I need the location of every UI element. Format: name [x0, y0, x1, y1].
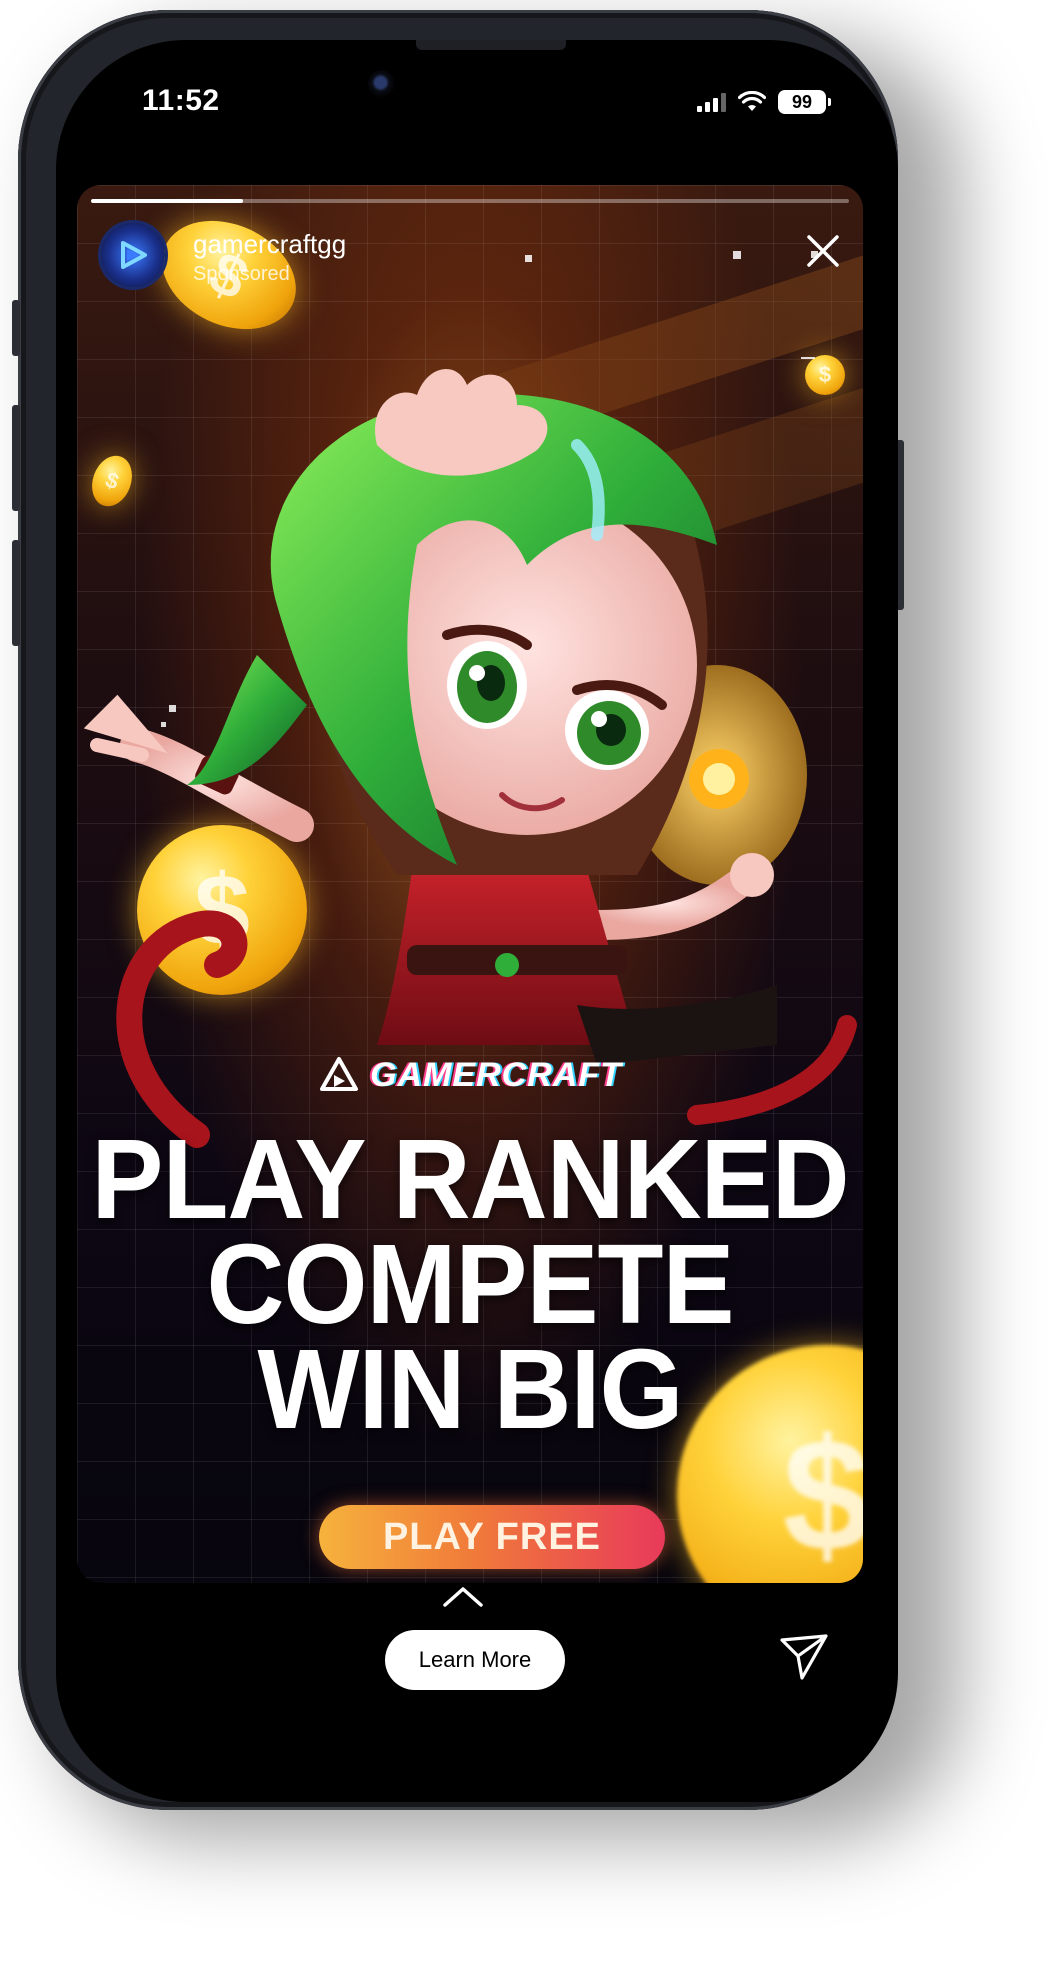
account-name[interactable]: gamercraftgg: [193, 229, 346, 260]
hero-character-illustration: [83, 368, 857, 1148]
story-card[interactable]: $ $ $ $ $ gamercraftgg Sponsored GAMERCR…: [77, 185, 863, 1583]
cellular-signal-icon: [697, 92, 726, 112]
headline-line-3: WIN BIG: [257, 1324, 684, 1452]
play-free-button[interactable]: PLAY FREE: [319, 1505, 665, 1569]
story-progress-fill: [91, 199, 243, 203]
sponsored-label: Sponsored: [193, 263, 290, 285]
chevron-up-icon[interactable]: [441, 1585, 485, 1609]
volume-up-button: [12, 405, 20, 511]
gamercraft-logo-icon: [121, 241, 147, 269]
headline-line-1: PLAY RANKED: [91, 1114, 849, 1242]
speaker-grille: [416, 40, 566, 50]
wifi-icon: [738, 91, 766, 111]
action-button: [12, 300, 20, 356]
status-time: 11:52: [142, 84, 220, 117]
story-progress-bar: [91, 199, 849, 203]
phone-frame: 11:52 99 $ $ $ $ $ gamercraftgg Sponsore…: [12, 10, 904, 1810]
brand-name: GAMERCRAFT: [370, 1055, 622, 1094]
status-icons: 99: [697, 90, 831, 114]
battery-indicator: 99: [778, 90, 831, 114]
send-icon[interactable]: [778, 1630, 830, 1682]
account-avatar[interactable]: [101, 223, 165, 287]
learn-more-button[interactable]: Learn More: [385, 1630, 565, 1690]
volume-down-button: [12, 540, 20, 646]
phone-screen: 11:52 99 $ $ $ $ $ gamercraftgg Sponsore…: [56, 40, 898, 1802]
gamercraft-logo-icon: [320, 1057, 359, 1091]
front-camera: [368, 70, 396, 98]
stage: 11:52 99 $ $ $ $ $ gamercraftgg Sponsore…: [0, 0, 1048, 1974]
headline-line-2: COMPETE: [206, 1219, 734, 1347]
close-icon[interactable]: [805, 233, 841, 269]
brand-lockup: GAMERCRAFT: [77, 1055, 863, 1095]
